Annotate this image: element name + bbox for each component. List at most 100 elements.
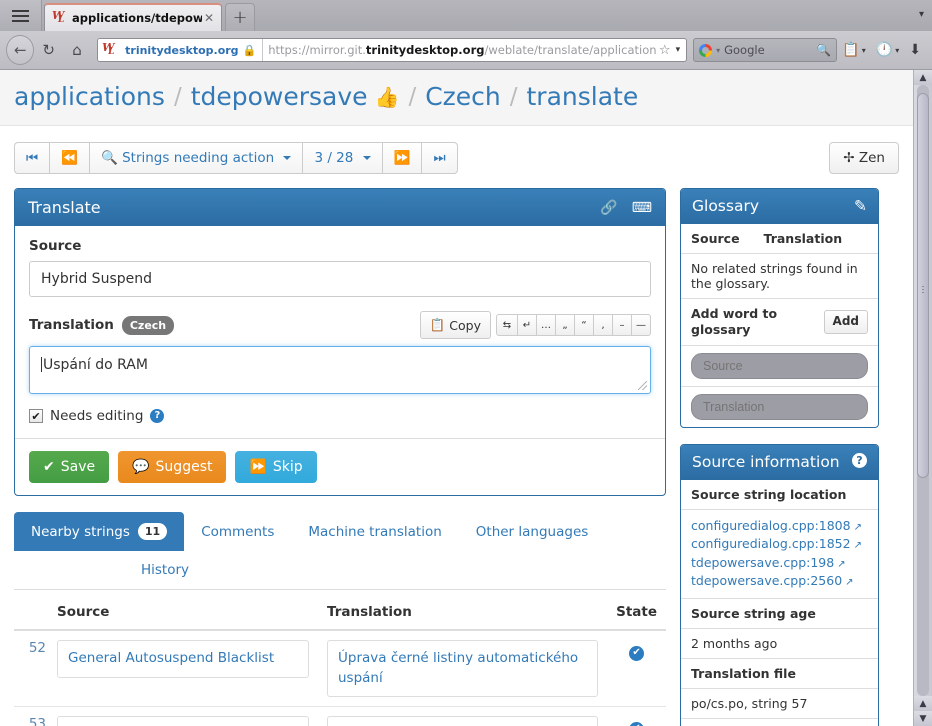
glossary-translation-row (681, 387, 878, 427)
scroll-up-arrow-icon[interactable]: ▲ (914, 70, 932, 85)
source-location-link[interactable]: tdepowersave.cpp:2560 ↗ (691, 572, 868, 591)
source-location-link[interactable]: configuredialog.cpp:1852 ↗ (691, 535, 868, 554)
tab-machine-translation[interactable]: Machine translation (291, 512, 458, 551)
translate-panel: Translate 🔗 ⌨ Source Hybrid Suspend Tran… (14, 188, 666, 496)
char-newline-button[interactable]: ↵ (518, 314, 537, 336)
last-string-button[interactable]: ⏭ (421, 142, 458, 174)
download-button[interactable]: ⬇ (904, 42, 926, 58)
row-translation-cell[interactable]: Úprava černé listiny automatického uspán… (318, 630, 608, 708)
reload-button[interactable]: ↻ (34, 35, 62, 65)
column-source: Source (48, 604, 318, 631)
first-string-button[interactable]: ⏮ (14, 142, 50, 174)
search-engine-chevron-down-icon[interactable]: ▾ (716, 46, 720, 55)
char-low-quote-button[interactable]: „ (556, 314, 575, 336)
char-em-dash-button[interactable]: — (632, 314, 651, 336)
position-dropdown-button[interactable]: 3 / 28 (302, 142, 382, 174)
search-icon[interactable]: 🔍 (816, 43, 831, 57)
row-source-text: General Autosuspend Blacklist (57, 640, 309, 678)
zen-mode-button[interactable]: ✢ Zen (829, 142, 899, 174)
table-row[interactable]: 53 General Autodimm Blacklist Obecná čer… (14, 706, 666, 726)
history-button[interactable]: 🕛 ▾ (871, 42, 904, 58)
row-translation-cell[interactable]: Obecná černá listina (318, 706, 608, 726)
string-priority-label: String priority (681, 719, 878, 726)
breadcrumb-item-translate[interactable]: translate (527, 82, 639, 111)
column-translation: Translation (318, 604, 608, 631)
reading-list-chevron-down-icon[interactable]: ▾ (862, 46, 866, 55)
url-chevron-down-icon[interactable]: ▾ (674, 45, 687, 55)
char-single-low-quote-button[interactable]: ‚ (594, 314, 613, 336)
tab-other-languages[interactable]: Other languages (459, 512, 606, 551)
navigation-toolbar: ← ↻ ⌂ WL trinitydesktop.org 🔒 https://mi… (0, 31, 932, 70)
row-translation-text: Úprava černé listiny automatického uspán… (327, 640, 599, 698)
bookmark-star-icon[interactable]: ☆ (656, 43, 674, 58)
source-location-link[interactable]: configuredialog.cpp:1808 ↗ (691, 517, 868, 536)
home-button[interactable]: ⌂ (63, 35, 91, 65)
url-text[interactable]: https://mirror.git.trinitydesktop.org/we… (263, 43, 656, 57)
filter-dropdown-button[interactable]: 🔍 Strings needing action (88, 142, 303, 174)
translation-header-row: Translation Czech 📋 Copy ⇆ ↵ … „ “ ‚ – — (29, 311, 651, 339)
tab-nearby-strings[interactable]: Nearby strings 11 (14, 512, 185, 551)
previous-string-button[interactable]: ⏪ (49, 142, 89, 174)
glossary-translation-input[interactable] (691, 394, 868, 421)
page-scrollbar[interactable]: ▲ ▲ ▼ (913, 70, 932, 726)
edit-square-icon[interactable]: ✎ (854, 197, 867, 215)
keyboard-icon[interactable]: ⌨ (632, 200, 652, 216)
row-source-cell[interactable]: General Autodimm Blacklist (48, 706, 318, 726)
url-scheme: https://mirror.git. (268, 43, 366, 57)
breadcrumb-item-applications[interactable]: applications (14, 82, 165, 111)
skip-button[interactable]: ⏩ Skip (235, 451, 317, 483)
back-button[interactable]: ← (6, 35, 35, 65)
tab-list-chevron-down-icon[interactable]: ▾ (919, 9, 924, 20)
resize-handle[interactable] (638, 381, 647, 390)
url-host: trinitydesktop.org (365, 43, 485, 57)
scroll-down-arrow-icon-a[interactable]: ▲ (914, 696, 932, 711)
scroll-down-arrow-icon[interactable]: ▼ (914, 711, 932, 726)
address-bar[interactable]: WL trinitydesktop.org 🔒 https://mirror.g… (97, 38, 688, 62)
char-rtl-toggle-icon[interactable]: ⇆ (496, 314, 518, 336)
row-source-cell[interactable]: General Autosuspend Blacklist (48, 630, 318, 708)
language-badge: Czech (121, 315, 175, 335)
save-button[interactable]: ✔ Save (29, 451, 110, 483)
external-link-icon: ↗ (837, 558, 846, 570)
char-en-dash-button[interactable]: – (613, 314, 632, 336)
table-row[interactable]: 52 General Autosuspend Blacklist Úprava … (14, 630, 666, 708)
glossary-column-headers: Source Translation (681, 224, 878, 254)
copy-button[interactable]: 📋 Copy (419, 311, 491, 339)
scrollbar-track[interactable] (917, 85, 929, 696)
translation-textarea[interactable]: Uspání do RAM (29, 346, 651, 394)
breadcrumb-item-czech[interactable]: Czech (425, 82, 501, 111)
tab-close-icon[interactable]: ✕ (202, 11, 216, 25)
help-icon[interactable]: ? (150, 409, 165, 423)
help-icon[interactable]: ? (852, 453, 867, 469)
search-box[interactable]: ▾ Google 🔍 (693, 38, 838, 62)
reading-list-button[interactable]: 📋 ▾ (837, 42, 870, 58)
char-ellipsis-button[interactable]: … (537, 314, 556, 336)
chain-link-icon[interactable]: 🔗 (600, 200, 617, 216)
browser-tab[interactable]: WL applications/tdepowers... ✕ (44, 3, 222, 31)
new-tab-button[interactable]: + (225, 3, 255, 31)
char-left-quote-button[interactable]: “ (575, 314, 594, 336)
glossary-add-button[interactable]: Add (823, 310, 868, 334)
row-state-cell: ✔ (607, 706, 666, 726)
site-identity-chip[interactable]: WL trinitydesktop.org 🔒 (98, 39, 264, 61)
column-index (14, 604, 48, 631)
lock-icon: 🔒 (242, 43, 257, 57)
expand-icon: ✢ (843, 150, 855, 166)
breadcrumb-item-tdepowersave[interactable]: tdepowersave (191, 82, 368, 111)
next-string-button[interactable]: ⏩ (381, 142, 422, 174)
source-location-label: Source string location (681, 480, 878, 510)
row-index: 53 (14, 706, 48, 726)
hamburger-icon[interactable] (0, 0, 42, 31)
source-location-link[interactable]: tdepowersave.cpp:198 ↗ (691, 554, 868, 573)
special-characters-group: ⇆ ↵ … „ “ ‚ – — (496, 314, 651, 336)
page-viewport: applications / tdepowersave 👍 / Czech / … (0, 70, 932, 726)
tab-history[interactable]: History (124, 551, 206, 589)
page-content: applications / tdepowersave 👍 / Czech / … (0, 70, 913, 726)
history-chevron-down-icon[interactable]: ▾ (895, 46, 899, 55)
tab-comments[interactable]: Comments (184, 512, 291, 551)
needs-editing-checkbox[interactable]: ✔ (29, 409, 43, 423)
comment-icon: 💬 (132, 459, 150, 475)
suggest-button[interactable]: 💬 Suggest (118, 451, 227, 483)
scrollbar-thumb[interactable] (917, 93, 929, 478)
glossary-source-input[interactable] (691, 353, 868, 380)
